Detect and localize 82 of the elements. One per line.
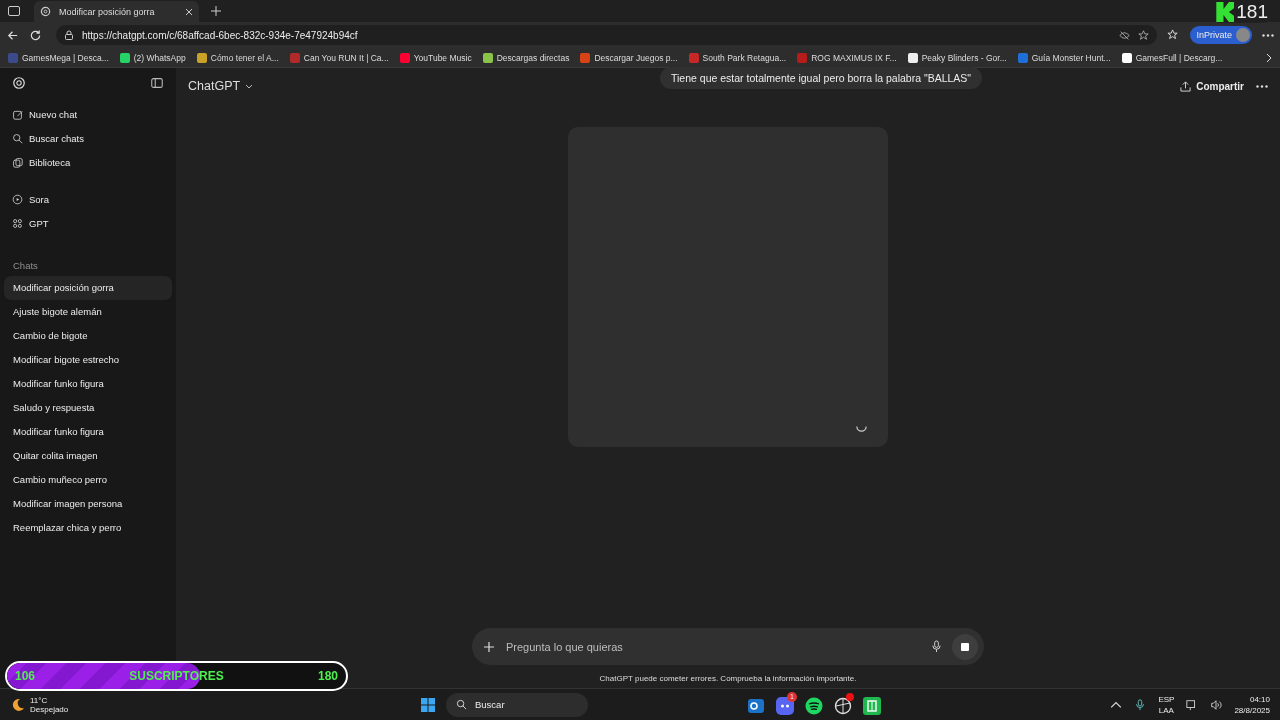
chat-item[interactable]: Modificar bigote estrecho xyxy=(4,348,172,372)
bookmark[interactable]: GamesMega | Desca... xyxy=(8,52,109,63)
bookmark[interactable]: South Park Retagua... xyxy=(688,52,787,63)
nav-item[interactable]: GPT xyxy=(4,211,172,235)
lock-icon xyxy=(64,30,74,40)
new-tab-icon[interactable] xyxy=(211,6,221,16)
search-icon xyxy=(12,132,23,144)
model-selector[interactable]: ChatGPT xyxy=(188,79,254,93)
prompt-input[interactable]: Pregunta lo que quieras xyxy=(504,639,921,654)
pencil-square-icon xyxy=(12,108,23,120)
music-app-icon[interactable] xyxy=(804,695,824,716)
grid-icon xyxy=(12,217,23,229)
weather-condition: Despejado xyxy=(30,704,69,714)
bookmark[interactable]: Can You RUN It | Ca... xyxy=(289,52,389,63)
address-bar[interactable]: https://chatgpt.com/c/68affcad-6bec-832c-934e-7e47924b94cf xyxy=(56,25,1158,45)
chat-item[interactable]: Ajuste bigote alemán xyxy=(4,300,172,324)
user-message: Tiene que estar totalmente igual pero borra la palabra "BALLAS" xyxy=(660,67,983,89)
stop-button[interactable] xyxy=(952,633,978,660)
share-button[interactable]: Compartir xyxy=(1180,80,1244,92)
windows-start-icon[interactable] xyxy=(420,696,436,713)
chat-item[interactable]: Quitar colita imagen xyxy=(4,444,172,468)
message-input[interactable]: Pregunta lo que quieras xyxy=(472,628,984,665)
microphone-icon[interactable] xyxy=(931,640,942,653)
chat-item[interactable]: Cambio muñeco perro xyxy=(4,468,172,492)
more-icon[interactable] xyxy=(1256,84,1268,88)
chat-item[interactable]: Modificar imagen persona xyxy=(4,492,172,516)
chat-app-icon[interactable] xyxy=(775,695,795,716)
disclaimer: ChatGPT puede cometer errores. Comprueba la información importante. xyxy=(599,673,857,685)
nav-item[interactable]: Nuevo chat xyxy=(4,102,172,126)
chat-item[interactable]: Reemplazar chica y perro xyxy=(4,516,172,540)
bookmark[interactable]: Cómo tener el A... xyxy=(196,52,279,63)
section-title: Chats xyxy=(12,260,39,271)
eye-off-icon[interactable] xyxy=(1119,29,1131,41)
avatar-icon xyxy=(1236,28,1250,42)
nav-item[interactable]: Buscar chats xyxy=(4,126,172,150)
subscriber-count: 106 xyxy=(15,669,36,683)
browser-tab[interactable]: Modificar posición gorra xyxy=(34,1,199,22)
subscriber-goal: 180 xyxy=(317,669,338,683)
language-indicator[interactable]: ESP LAA xyxy=(1158,693,1175,716)
taskbar-search[interactable]: Buscar xyxy=(446,692,588,717)
more-icon[interactable] xyxy=(1262,33,1274,37)
follower-counter: 181 xyxy=(1214,1,1270,23)
chevron-right-icon[interactable] xyxy=(1266,52,1272,63)
circle-app-icon[interactable] xyxy=(833,695,853,716)
share-icon xyxy=(1180,80,1192,92)
bookmark[interactable]: Peaky Blinders - Gor... xyxy=(907,52,1007,63)
temperature: 11°C xyxy=(30,695,49,705)
bookmark[interactable]: Descargar Juegos p... xyxy=(580,52,678,63)
bookmark[interactable]: Descargas directas xyxy=(482,52,570,63)
nav-item[interactable]: Biblioteca xyxy=(4,150,172,174)
moon-icon xyxy=(10,696,26,713)
plus-icon[interactable] xyxy=(484,641,494,652)
spreadsheet-app-icon[interactable] xyxy=(862,695,882,716)
k-logo-icon xyxy=(1216,2,1235,22)
alert-dot xyxy=(846,692,854,701)
chat-item[interactable]: Modificar funko figura xyxy=(4,372,172,396)
clock[interactable]: 04:10 28/8/2025 xyxy=(1234,693,1270,716)
play-circle-icon xyxy=(12,193,23,205)
caret-icon xyxy=(245,83,254,89)
bookmark[interactable]: (2) WhatsApp xyxy=(119,52,186,63)
chat-item[interactable]: Cambio de bigote xyxy=(4,324,172,348)
reload-icon[interactable] xyxy=(29,28,42,42)
nav-item[interactable]: Sora xyxy=(4,187,172,211)
bookmark[interactable]: Guía Monster Hunt... xyxy=(1017,52,1111,63)
inprivate-button[interactable]: InPrivate xyxy=(1190,26,1252,44)
favorites-icon[interactable] xyxy=(1167,28,1181,42)
close-icon[interactable] xyxy=(185,7,193,16)
tab-actions-icon[interactable] xyxy=(8,6,20,16)
bookmark[interactable]: ROG MAXIMUS IX F... xyxy=(797,52,897,63)
openai-logo-icon xyxy=(40,6,51,17)
chat-item[interactable]: Modificar funko figura xyxy=(4,420,172,444)
volume-icon[interactable] xyxy=(1210,698,1223,711)
images-icon xyxy=(12,156,23,168)
sidebar-toggle-icon[interactable] xyxy=(150,76,164,90)
bookmark[interactable]: GamesFull | Descarg... xyxy=(1121,52,1223,63)
chat-item[interactable]: Saludo y respuesta xyxy=(4,396,172,420)
chat-item[interactable]: Modificar posición gorra xyxy=(4,276,172,300)
microphone-icon[interactable] xyxy=(1134,698,1147,711)
star-icon[interactable] xyxy=(1138,29,1150,41)
bookmark[interactable]: YouTube Music xyxy=(399,52,472,63)
search-icon xyxy=(456,699,467,710)
openai-logo-icon[interactable] xyxy=(12,76,26,90)
